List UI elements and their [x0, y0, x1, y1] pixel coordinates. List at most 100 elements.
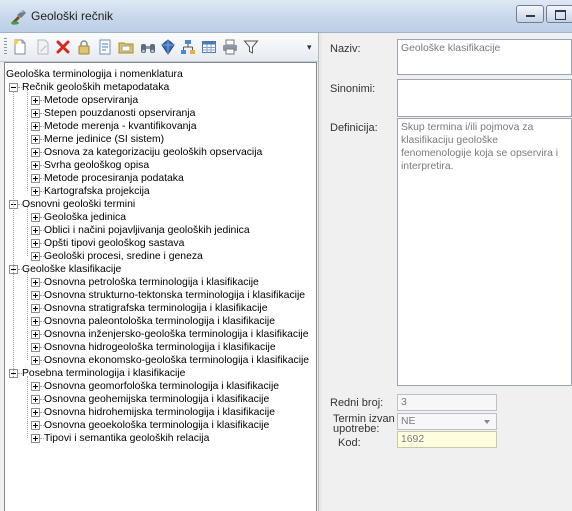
expand-icon[interactable]	[31, 291, 40, 300]
expand-icon[interactable]	[31, 135, 40, 144]
binoculars-button[interactable]	[138, 37, 158, 57]
toolbar-overflow-icon[interactable]: ▾	[307, 42, 316, 54]
minimize-button[interactable]	[516, 5, 544, 23]
tree-item-label: Osnovna petrološka terminologija i klasi…	[44, 277, 259, 288]
expand-icon[interactable]	[31, 213, 40, 222]
document-button[interactable]	[95, 37, 115, 57]
filter-button[interactable]	[241, 37, 261, 57]
tree-item[interactable]: Metode procesiranja podataka	[5, 172, 315, 185]
naziv-field[interactable]: Geološke klasifikacije	[397, 39, 572, 75]
tree-item[interactable]: Osnovna hidrohemijska terminologija i kl…	[5, 406, 315, 419]
tree-guide-line	[27, 376, 28, 438]
tree-item[interactable]: Osnova za kategorizaciju geoloških opser…	[5, 146, 315, 159]
maximize-button[interactable]	[546, 5, 572, 23]
tree-item-label: Osnovna strukturno-tektonska terminologi…	[44, 290, 306, 301]
tree-guide-line	[13, 91, 14, 377]
tree-item[interactable]: Merne jedinice (SI sistem)	[5, 133, 315, 146]
tree-item-label: Opšti tipovi geološkog sastava	[44, 238, 185, 249]
tree-node[interactable]: Geološke klasifikacije	[5, 263, 315, 276]
expand-icon[interactable]	[31, 161, 40, 170]
expand-icon[interactable]	[31, 109, 40, 118]
tree-item[interactable]: Oblici i načini pojavljivanja geoloških …	[5, 224, 315, 237]
document-icon	[99, 39, 111, 55]
gem-icon	[161, 39, 175, 55]
expand-icon[interactable]	[31, 122, 40, 131]
expand-icon[interactable]	[31, 395, 40, 404]
expand-icon[interactable]	[31, 226, 40, 235]
terminology-tree[interactable]: Geološka terminologija i nomenklatura Re…	[4, 62, 317, 511]
tree-item[interactable]: Tipovi i semantika geoloških relacija	[5, 432, 315, 445]
tree-item[interactable]: Osnovna stratigrafska terminologija i kl…	[5, 302, 315, 315]
tree-item-label: Geološka jedinica	[44, 212, 127, 223]
tree-item[interactable]: Opšti tipovi geološkog sastava	[5, 237, 315, 250]
kod-field[interactable]: 1692	[397, 431, 497, 448]
expand-icon[interactable]	[31, 343, 40, 352]
chevron-down-icon	[484, 420, 490, 424]
expand-icon[interactable]	[31, 356, 40, 365]
new-icon	[13, 39, 26, 55]
panel-splitter[interactable]	[318, 33, 322, 511]
tree-item[interactable]: Osnovna geohemijska terminologija i klas…	[5, 393, 315, 406]
expand-icon[interactable]	[31, 382, 40, 391]
expand-icon[interactable]	[31, 187, 40, 196]
tree-node[interactable]: Osnovni geološki termini	[5, 198, 315, 211]
tree-node-label: Geološke klasifikacije	[22, 264, 122, 275]
tree-item[interactable]: Osnovna inženjersko-geološka terminologi…	[5, 328, 315, 341]
lock-button[interactable]	[74, 37, 94, 57]
hierarchy-button[interactable]	[178, 37, 198, 57]
edit-icon	[37, 39, 49, 55]
expand-icon[interactable]	[31, 434, 40, 443]
tree-item-label: Kartografska projekcija	[44, 186, 150, 197]
tree-item[interactable]: Geološka jedinica	[5, 211, 315, 224]
tree-guide-line	[27, 272, 28, 360]
folder-icon	[118, 42, 134, 54]
tree-item[interactable]: Kartografska projekcija	[5, 185, 315, 198]
tree-item-label: Osnovna hidrogeološka terminologija i kl…	[44, 342, 276, 353]
tree-item[interactable]: Stepen pouzdanosti opserviranja	[5, 107, 315, 120]
tree-item[interactable]: Osnovna petrološka terminologija i klasi…	[5, 276, 315, 289]
expand-icon[interactable]	[31, 330, 40, 339]
tree-item-label: Osnovna paleontološka terminologija i kl…	[44, 316, 276, 327]
expand-icon[interactable]	[31, 239, 40, 248]
redni-broj-field[interactable]: 3	[397, 394, 497, 411]
tree-item-label: Metode opserviranja	[44, 95, 139, 106]
expand-icon[interactable]	[31, 408, 40, 417]
expand-icon[interactable]	[31, 148, 40, 157]
delete-button[interactable]	[53, 37, 73, 57]
definicija-label: Definicija:	[330, 122, 378, 134]
termin-izvan-select[interactable]: NE	[397, 413, 497, 430]
expand-icon[interactable]	[31, 304, 40, 313]
tree-item[interactable]: Osnovna hidrogeološka terminologija i kl…	[5, 341, 315, 354]
tree-item[interactable]: Osnovna geoekološka terminologija i klas…	[5, 419, 315, 432]
definicija-field[interactable]: Skup termina i/ili pojmova za klasifikac…	[397, 118, 572, 386]
expand-icon[interactable]	[31, 317, 40, 326]
tree-node[interactable]: Posebna terminologija i klasifikacije	[5, 367, 315, 380]
tree-node[interactable]: Rečnik geoloških metapodataka	[5, 81, 315, 94]
expand-icon[interactable]	[31, 252, 40, 261]
tree-item[interactable]: Geološki procesi, sredine i geneza	[5, 250, 315, 263]
new-button[interactable]	[10, 37, 30, 57]
tree-item[interactable]: Osnovna paleontološka terminologija i kl…	[5, 315, 315, 328]
tree-item-label: Metode merenja - kvantifikovanja	[44, 121, 197, 132]
expand-icon[interactable]	[31, 174, 40, 183]
edit-button[interactable]	[33, 37, 53, 57]
expand-icon[interactable]	[31, 96, 40, 105]
tree-root[interactable]: Geološka terminologija i nomenklatura	[5, 68, 315, 81]
folder-button[interactable]	[116, 37, 136, 57]
tree-item[interactable]: Metode opserviranja	[5, 94, 315, 107]
tree-item[interactable]: Osnovna ekonomsko-geološka terminologija…	[5, 354, 315, 367]
sinonimi-field[interactable]	[397, 79, 572, 117]
sinonimi-label: Sinonimi:	[330, 83, 376, 95]
gem-button[interactable]	[158, 37, 178, 57]
expand-icon[interactable]	[31, 421, 40, 430]
title-bar[interactable]: Geološki rečnik	[0, 0, 572, 33]
tree-item[interactable]: Osnovna strukturno-tektonska terminologi…	[5, 289, 315, 302]
print-button[interactable]	[220, 37, 240, 57]
toolbar-grip[interactable]	[4, 38, 7, 56]
tree-item[interactable]: Metode merenja - kvantifikovanja	[5, 120, 315, 133]
expand-icon[interactable]	[31, 278, 40, 287]
table-button[interactable]	[199, 37, 219, 57]
tree-item-label: Osnovna hidrohemijska terminologija i kl…	[44, 407, 276, 418]
tree-item[interactable]: Svrha geološkog opisa	[5, 159, 315, 172]
tree-item[interactable]: Osnovna geomorfološka terminologija i kl…	[5, 380, 315, 393]
